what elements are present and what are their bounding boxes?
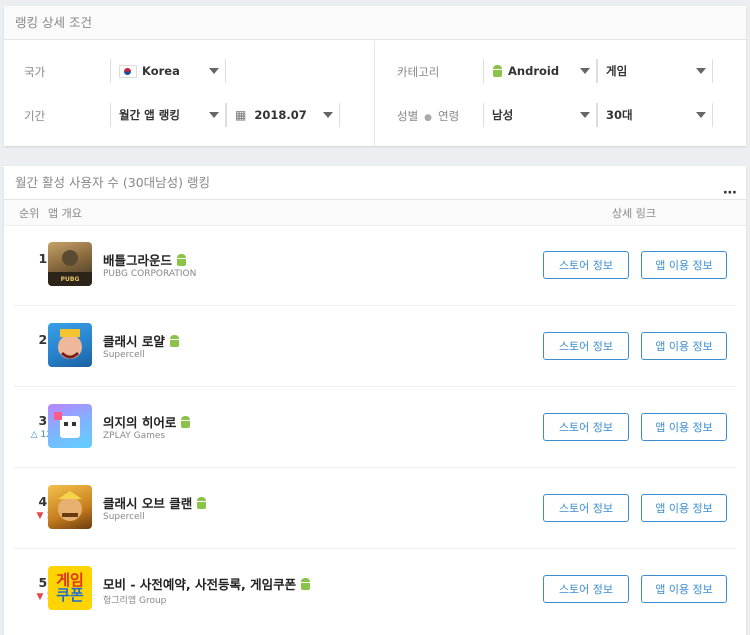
- chevron-down-icon: [580, 68, 590, 74]
- app-usage-info-button[interactable]: 앱 이용 정보: [641, 575, 727, 603]
- age-select[interactable]: 30대: [597, 103, 713, 127]
- store-info-button[interactable]: 스토어 정보: [543, 494, 629, 522]
- platform-select[interactable]: Android: [483, 59, 597, 83]
- app-publisher: ZPLAY Games: [103, 431, 166, 441]
- chevron-down-icon: [323, 112, 333, 118]
- country-label: 국가: [24, 65, 46, 79]
- svg-text:PUBG: PUBG: [61, 276, 80, 283]
- category-select[interactable]: 게임: [597, 59, 713, 83]
- table-header: 순위 앱 개요 상세 링크: [4, 200, 746, 226]
- app-publisher: Supercell: [103, 350, 145, 360]
- app-usage-info-button[interactable]: 앱 이용 정보: [641, 413, 727, 441]
- store-info-button[interactable]: 스토어 정보: [543, 413, 629, 441]
- period-date-value: 2018.07: [254, 108, 307, 122]
- android-icon: [180, 415, 191, 428]
- app-name[interactable]: 모비 - 사전예약, 사전등록, 게임쿠폰: [103, 574, 316, 593]
- platform-value: Android: [508, 64, 560, 78]
- app-publisher: PUBG CORPORATION: [103, 269, 197, 279]
- period-label: 기간: [24, 109, 46, 123]
- app-name-text: 의지의 히어로: [103, 415, 177, 430]
- period-type-value: 월간 앱 랭킹: [119, 108, 180, 122]
- hero-icon[interactable]: [48, 404, 92, 448]
- chevron-down-icon: [696, 68, 706, 74]
- country-value: Korea: [142, 64, 180, 78]
- app-name[interactable]: 클래시 로얄: [103, 331, 185, 350]
- store-info-button[interactable]: 스토어 정보: [543, 575, 629, 603]
- store-info-button[interactable]: 스토어 정보: [543, 332, 629, 360]
- period-date-select[interactable]: ▦ 2018.07: [226, 103, 340, 127]
- separator-dot: ●: [424, 113, 433, 123]
- app-name-text: 클래시 오브 클랜: [103, 496, 193, 511]
- chevron-down-icon: [209, 112, 219, 118]
- ranking-list-panel: 월간 활성 사용자 수 (30대남성) 랭킹 ⋯ 순위 앱 개요 상세 링크 1…: [4, 166, 746, 635]
- category-value: 게임: [606, 64, 628, 78]
- col-rank: 순위: [19, 206, 40, 220]
- pubg-icon[interactable]: PUBG: [48, 242, 92, 286]
- mobi-icon-text-bottom: 쿠폰: [56, 586, 84, 604]
- chevron-down-icon: [580, 112, 590, 118]
- ranking-conditions-panel: 랭킹 상세 조건 국가 Korea 기간 월간 앱 랭킹 ▦ 2018.07 카…: [4, 6, 746, 146]
- col-link: 상세 링크: [612, 206, 656, 220]
- age-label: 연령: [438, 109, 460, 123]
- calendar-icon: ▦: [235, 108, 247, 122]
- android-icon: [169, 334, 180, 347]
- table-row: 1. PUBG 배틀그라운드 PUBG CORPORATION 스토어 정보 앱…: [14, 225, 736, 306]
- table-row: 3. △ 12 의지의 히어로 ZPLAY Games 스토어 정보 앱 이용 …: [14, 387, 736, 468]
- category-label: 카테고리: [397, 65, 440, 79]
- clash-royale-icon[interactable]: [48, 323, 92, 367]
- app-name-text: 배틀그라운드: [103, 253, 173, 268]
- app-publisher: 헝그리앱 Group: [103, 596, 167, 606]
- gender-value: 남성: [492, 108, 514, 122]
- app-usage-info-button[interactable]: 앱 이용 정보: [641, 251, 727, 279]
- app-usage-info-button[interactable]: 앱 이용 정보: [641, 494, 727, 522]
- store-info-button[interactable]: 스토어 정보: [543, 251, 629, 279]
- app-name[interactable]: 배틀그라운드: [103, 250, 192, 269]
- app-name[interactable]: 클래시 오브 클랜: [103, 493, 212, 512]
- country-select[interactable]: Korea: [110, 59, 226, 83]
- chevron-down-icon: [209, 68, 219, 74]
- ranking-title: 월간 활성 사용자 수 (30대남성) 랭킹: [15, 175, 211, 190]
- gender-select[interactable]: 남성: [483, 103, 597, 127]
- chevron-down-icon: [696, 112, 706, 118]
- age-value: 30대: [606, 108, 633, 122]
- app-publisher: Supercell: [103, 512, 145, 522]
- gender-age-label: 성별 ● 연령: [397, 108, 459, 124]
- app-name[interactable]: 의지의 히어로: [103, 412, 196, 431]
- table-row: 5. ▼ 1 게임 쿠폰 모비 - 사전예약, 사전등록, 게임쿠폰 헝그리앱 …: [14, 549, 736, 630]
- app-name-text: 모비 - 사전예약, 사전등록, 게임쿠폰: [103, 577, 297, 592]
- mobi-icon[interactable]: 게임 쿠폰: [48, 566, 92, 610]
- conditions-left: 국가 Korea 기간 월간 앱 랭킹 ▦ 2018.07: [4, 41, 374, 146]
- android-icon: [492, 65, 503, 77]
- table-row: 4. ▼ 1 클래시 오브 클랜 Supercell 스토어 정보 앱 이용 정…: [14, 468, 736, 549]
- col-app: 앱 개요: [48, 206, 82, 220]
- app-name-text: 클래시 로얄: [103, 334, 165, 349]
- android-icon: [300, 577, 311, 590]
- android-icon: [176, 253, 187, 266]
- android-icon: [196, 496, 207, 509]
- gender-label: 성별: [397, 109, 419, 123]
- period-type-select[interactable]: 월간 앱 랭킹: [110, 103, 226, 127]
- conditions-title: 랭킹 상세 조건: [4, 6, 746, 40]
- korea-flag-icon: [119, 64, 137, 78]
- app-usage-info-button[interactable]: 앱 이용 정보: [641, 332, 727, 360]
- table-row: 2. 클래시 로얄 Supercell 스토어 정보 앱 이용 정보: [14, 306, 736, 387]
- conditions-right: 카테고리 Android 게임 성별 ● 연령 남성 30대: [374, 41, 746, 146]
- clash-of-clans-icon[interactable]: [48, 485, 92, 529]
- ranking-title-bar: 월간 활성 사용자 수 (30대남성) 랭킹 ⋯: [4, 166, 746, 201]
